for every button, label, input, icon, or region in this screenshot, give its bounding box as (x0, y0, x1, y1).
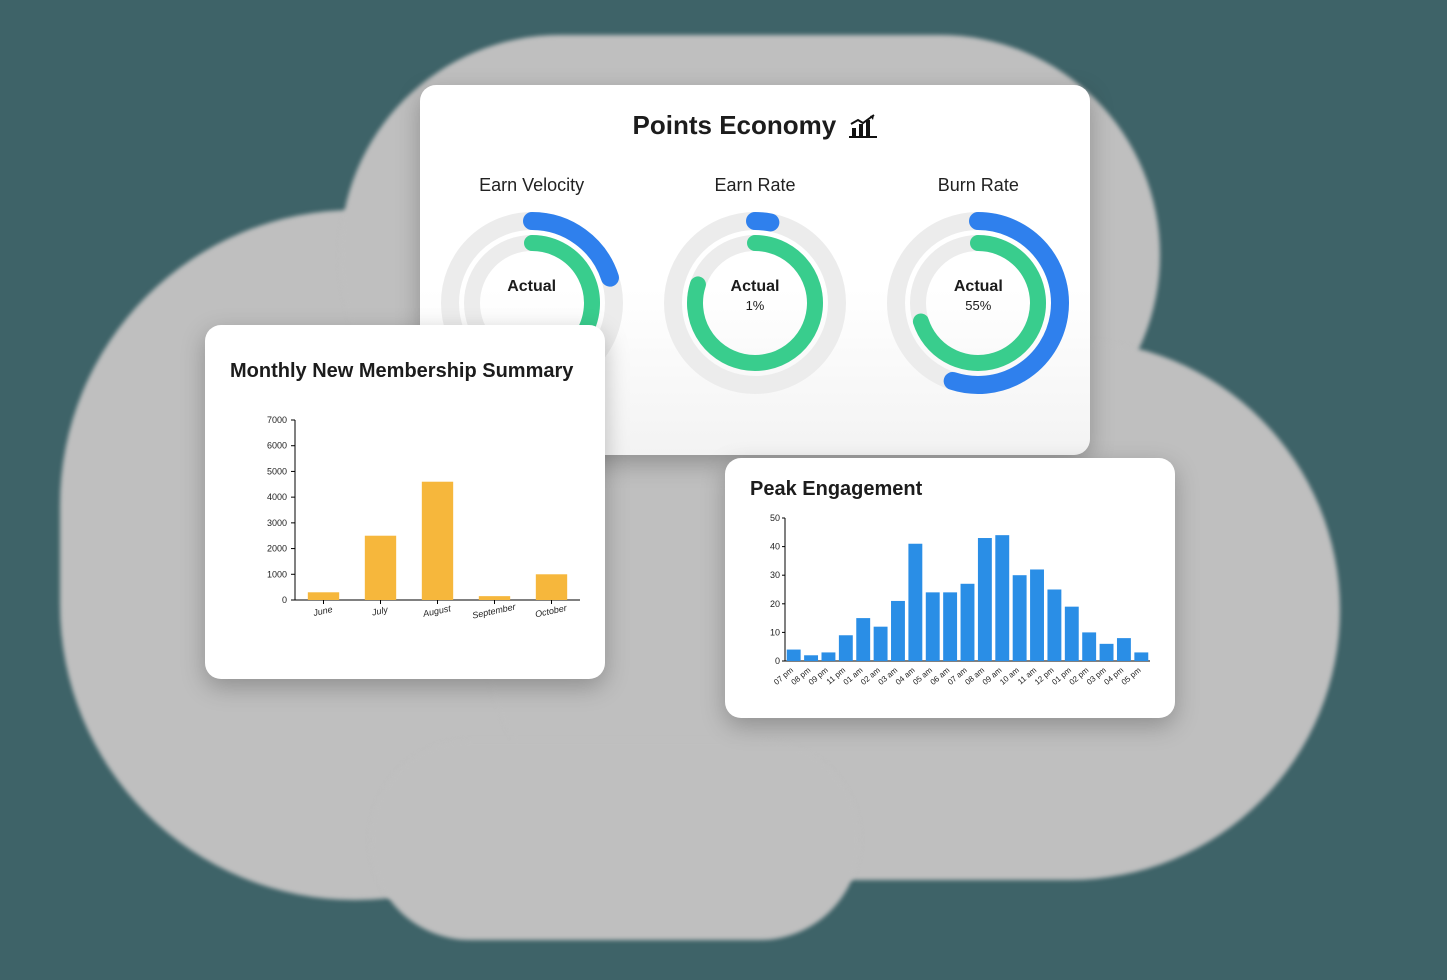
monthly-membership-card: Monthly New Membership Summary 0 1000 2000… (205, 325, 605, 679)
svg-text:4000: 4000 (267, 492, 287, 502)
points-economy-title: Points Economy (420, 110, 1090, 141)
svg-text:10: 10 (770, 627, 780, 637)
donut-label: Earn Rate (655, 175, 855, 196)
svg-text:2000: 2000 (267, 544, 287, 554)
svg-text:6000: 6000 (267, 441, 287, 451)
monthly-membership-chart: 0 1000 2000 3000 4000 5000 6000 7000 June July Aug… (250, 410, 590, 640)
monthly-membership-title: Monthly New Membership Summary (230, 360, 573, 383)
bar-growth-icon (849, 114, 877, 138)
donut-chart: Actual1% (660, 208, 850, 398)
svg-text:5000: 5000 (267, 466, 287, 476)
svg-text:September: September (471, 601, 517, 620)
svg-text:30: 30 (770, 570, 780, 580)
peak-engagement-title: Peak Engagement (750, 478, 922, 501)
donut-label: Burn Rate (878, 175, 1078, 196)
svg-text:0: 0 (282, 595, 287, 605)
svg-text:0: 0 (775, 656, 780, 666)
donut-burn-rate: Burn Rate Actual55% (878, 175, 1078, 398)
svg-text:20: 20 (770, 599, 780, 609)
svg-text:10 am: 10 am (998, 665, 1021, 686)
points-economy-title-text: Points Economy (633, 110, 837, 140)
svg-text:1000: 1000 (267, 569, 287, 579)
donut-chart: Actual55% (883, 208, 1073, 398)
svg-text:July: July (370, 604, 389, 617)
donut-center: Actual (437, 278, 627, 298)
svg-text:June: June (311, 604, 333, 618)
peak-engagement-chart: 0102030405007 pm08 pm09 pm11 pm01 am02 a… (755, 513, 1155, 693)
background-blob (370, 740, 860, 940)
svg-text:05 pm: 05 pm (1120, 665, 1143, 686)
donut-center: Actual55% (883, 278, 1073, 313)
donut-earn-rate: Earn Rate Actual1% (655, 175, 855, 398)
donut-label: Earn Velocity (432, 175, 632, 196)
svg-text:50: 50 (770, 513, 780, 523)
donut-center: Actual1% (660, 278, 850, 313)
svg-text:40: 40 (770, 542, 780, 552)
svg-text:3000: 3000 (267, 518, 287, 528)
svg-text:09 pm: 09 pm (807, 665, 830, 686)
svg-text:October: October (534, 603, 568, 620)
svg-text:August: August (421, 603, 452, 619)
peak-engagement-card: Peak Engagement 0102030405007 pm08 pm09 … (725, 458, 1175, 718)
svg-text:7000: 7000 (267, 415, 287, 425)
